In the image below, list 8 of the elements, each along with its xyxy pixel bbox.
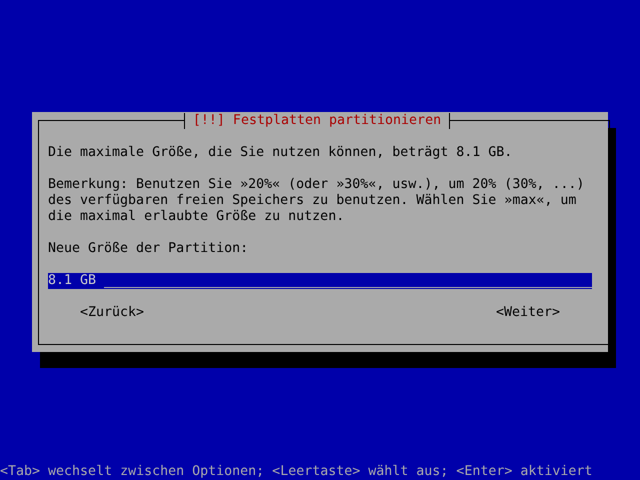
back-button[interactable]: <Zurück>	[80, 305, 144, 321]
field-label: Neue Größe der Partition:	[48, 241, 250, 257]
key-help-text: <Tab> wechselt zwischen Optionen; <Leertaste> wählt aus; <Enter> aktiviert	[0, 464, 594, 480]
next-button[interactable]: <Weiter>	[496, 305, 560, 321]
dialog-text: Die maximale Größe, die Sie nutzen können, beträgt 8.1 GB.	[48, 145, 514, 161]
dialog-title: [!!] Festplatten partitionieren	[184, 113, 450, 129]
size-input-field[interactable]: 8.1 GB	[48, 273, 592, 289]
dialog-text: Bemerkung: Benutzen Sie »20%« (oder »30%«, usw.), um 20% (30%, ...) des verfügbaren freien Speichers zu benutzen. Wählen Sie »max«, um die maximal erlaubte Größe zu nutzen.	[48, 177, 586, 225]
